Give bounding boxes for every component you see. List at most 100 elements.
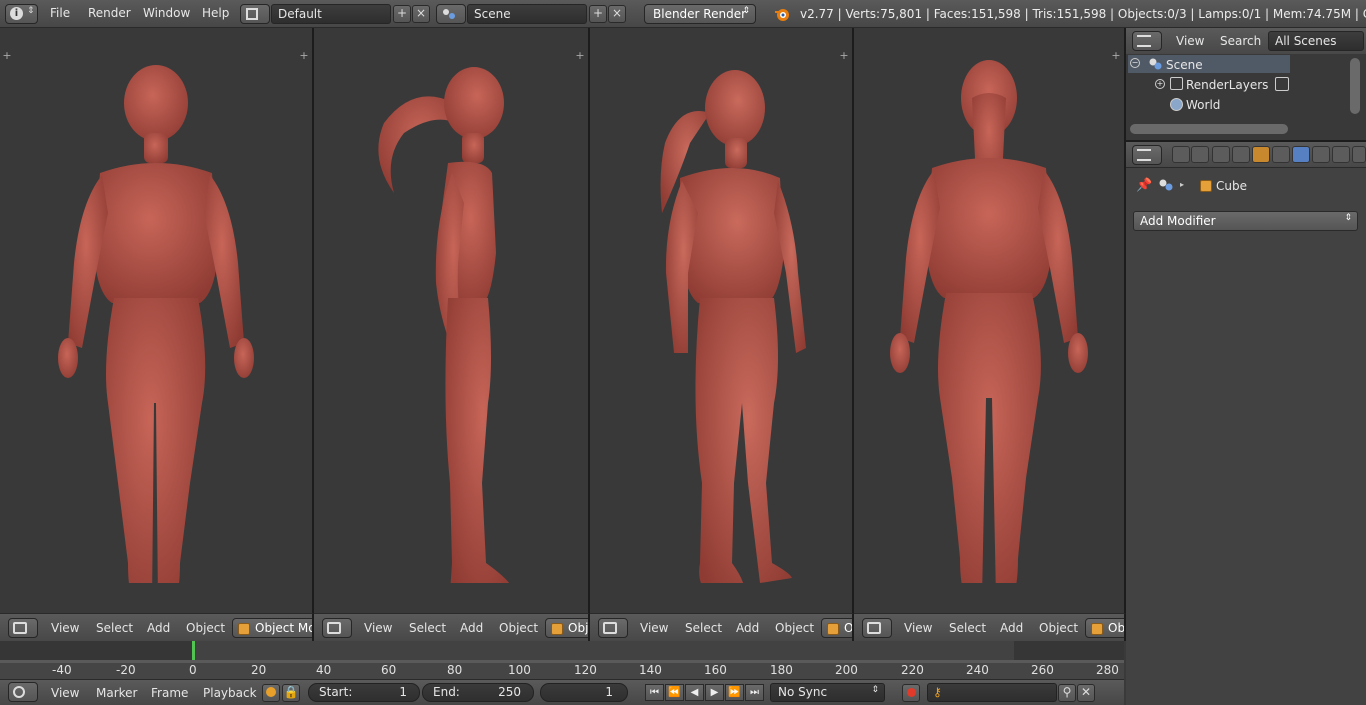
editor-type-button[interactable] [322, 618, 352, 638]
menu-view[interactable]: View [364, 621, 392, 635]
render-tab-icon[interactable] [1172, 146, 1190, 163]
menu-select[interactable]: Select [409, 621, 446, 635]
play-icon[interactable]: ▶ [705, 684, 724, 701]
outliner-item-scene[interactable]: Scene [1130, 56, 1290, 76]
editor-type-button[interactable] [862, 618, 892, 638]
render-engine-dropdown[interactable]: Blender Render ⇕ [644, 4, 756, 24]
menu-select[interactable]: Select [949, 621, 986, 635]
outliner-v-scrollbar[interactable] [1350, 58, 1360, 114]
data-tab-icon[interactable] [1312, 146, 1330, 163]
layout-name-field[interactable]: Default [271, 4, 391, 24]
jump-end-icon[interactable]: ⏭ [745, 684, 764, 701]
preview-range-icon[interactable] [262, 684, 280, 702]
menu-view[interactable]: View [640, 621, 668, 635]
viewport-back[interactable]: + [854, 28, 1126, 613]
menu-window[interactable]: Window [143, 6, 190, 20]
menu-playback[interactable]: Playback [203, 686, 257, 700]
info-icon: i [10, 7, 23, 20]
play-reverse-icon[interactable]: ◀ [685, 684, 704, 701]
menu-select[interactable]: Select [685, 621, 722, 635]
outliner-h-scrollbar[interactable] [1130, 124, 1288, 134]
scene-tab-icon[interactable] [1212, 146, 1230, 163]
viewport-perspective[interactable]: + [590, 28, 854, 613]
menu-marker[interactable]: Marker [96, 686, 137, 700]
object-mode-dropdown[interactable]: O [821, 618, 852, 638]
jump-start-icon[interactable]: ⏮ [645, 684, 664, 701]
editor-type-button[interactable] [1132, 145, 1162, 165]
editor-type-button[interactable] [8, 618, 38, 638]
menu-add[interactable]: Add [460, 621, 483, 635]
area-split-icon[interactable]: + [299, 50, 309, 61]
menu-view[interactable]: View [904, 621, 932, 635]
sync-dropdown[interactable]: No Sync ⇕ [770, 683, 885, 702]
character-model-side[interactable] [364, 63, 564, 583]
menu-add[interactable]: Add [736, 621, 759, 635]
menu-view[interactable]: View [51, 621, 79, 635]
object-mode-dropdown[interactable]: Obj [545, 618, 588, 638]
editor-type-button[interactable] [1132, 31, 1162, 51]
character-model-back[interactable] [884, 58, 1094, 583]
menu-render[interactable]: Render [88, 6, 131, 20]
end-frame-field[interactable]: End: 250 [422, 683, 534, 702]
remove-scene-icon[interactable]: × [608, 5, 626, 23]
menu-object[interactable]: Object [775, 621, 814, 635]
timeline-scrollbar[interactable] [0, 660, 1124, 663]
render-layer-toggle-icon[interactable] [1275, 77, 1289, 91]
constraints-tab-icon[interactable] [1272, 146, 1290, 163]
object-mode-dropdown[interactable]: Object Mode [232, 618, 312, 638]
character-model-perspective[interactable] [650, 63, 830, 583]
area-split-icon[interactable]: + [2, 50, 12, 61]
world-tab-icon[interactable] [1232, 146, 1250, 163]
scene-selector-button[interactable] [436, 4, 466, 24]
prev-keyframe-icon[interactable]: ⏪ [665, 684, 684, 701]
editor-type-button[interactable] [8, 682, 38, 702]
menu-object[interactable]: Object [186, 621, 225, 635]
menu-frame[interactable]: Frame [151, 686, 188, 700]
viewport-side[interactable]: + [314, 28, 590, 613]
add-layout-icon[interactable]: + [393, 5, 411, 23]
keying-set-field[interactable]: ⚷ [927, 683, 1057, 702]
start-frame-field[interactable]: Start: 1 [308, 683, 420, 702]
viewport-front[interactable]: + + [0, 28, 314, 613]
menu-view[interactable]: View [1176, 34, 1204, 48]
menu-help[interactable]: Help [202, 6, 229, 20]
delete-keyframe-icon[interactable]: ✕ [1077, 684, 1095, 702]
outliner-icon [1137, 35, 1151, 47]
screen-layout-button[interactable] [240, 4, 270, 24]
menu-object[interactable]: Object [1039, 621, 1078, 635]
menu-search[interactable]: Search [1220, 34, 1261, 48]
modifiers-tab-icon[interactable] [1292, 146, 1310, 163]
record-icon[interactable] [902, 684, 920, 702]
editor-type-info[interactable]: i ⇕ [5, 4, 38, 24]
area-split-icon[interactable]: + [1111, 50, 1121, 61]
menu-add[interactable]: Add [1000, 621, 1023, 635]
remove-layout-icon[interactable]: × [412, 5, 430, 23]
pin-icon[interactable]: 📌 [1136, 178, 1152, 193]
current-frame-field[interactable]: 1 [540, 683, 628, 702]
menu-add[interactable]: Add [147, 621, 170, 635]
next-keyframe-icon[interactable]: ⏩ [725, 684, 744, 701]
outliner-item-renderlayers[interactable]: RenderLayers [1130, 76, 1290, 96]
object-mode-dropdown[interactable]: Ob [1085, 618, 1124, 638]
area-split-icon[interactable]: + [575, 50, 585, 61]
outliner-item-world[interactable]: World [1130, 96, 1290, 116]
menu-select[interactable]: Select [96, 621, 133, 635]
outliner-filter-dropdown[interactable]: All Scenes [1268, 31, 1364, 51]
area-split-icon[interactable]: + [839, 50, 849, 61]
insert-keyframe-icon[interactable]: ⚲ [1058, 684, 1076, 702]
material-tab-icon[interactable] [1332, 146, 1350, 163]
add-scene-icon[interactable]: + [589, 5, 607, 23]
texture-tab-icon[interactable] [1352, 146, 1366, 163]
object-tab-icon[interactable] [1252, 146, 1270, 163]
character-model-front[interactable] [40, 63, 270, 583]
menu-file[interactable]: File [50, 6, 70, 20]
cube-icon [827, 623, 839, 635]
current-frame-marker[interactable] [192, 641, 195, 660]
scene-name-field[interactable]: Scene [467, 4, 587, 24]
render-layers-tab-icon[interactable] [1191, 146, 1209, 163]
editor-type-button[interactable] [598, 618, 628, 638]
lock-icon[interactable]: 🔒 [282, 684, 300, 702]
add-modifier-dropdown[interactable]: Add Modifier ⇕ [1133, 211, 1358, 231]
menu-object[interactable]: Object [499, 621, 538, 635]
menu-view[interactable]: View [51, 686, 79, 700]
